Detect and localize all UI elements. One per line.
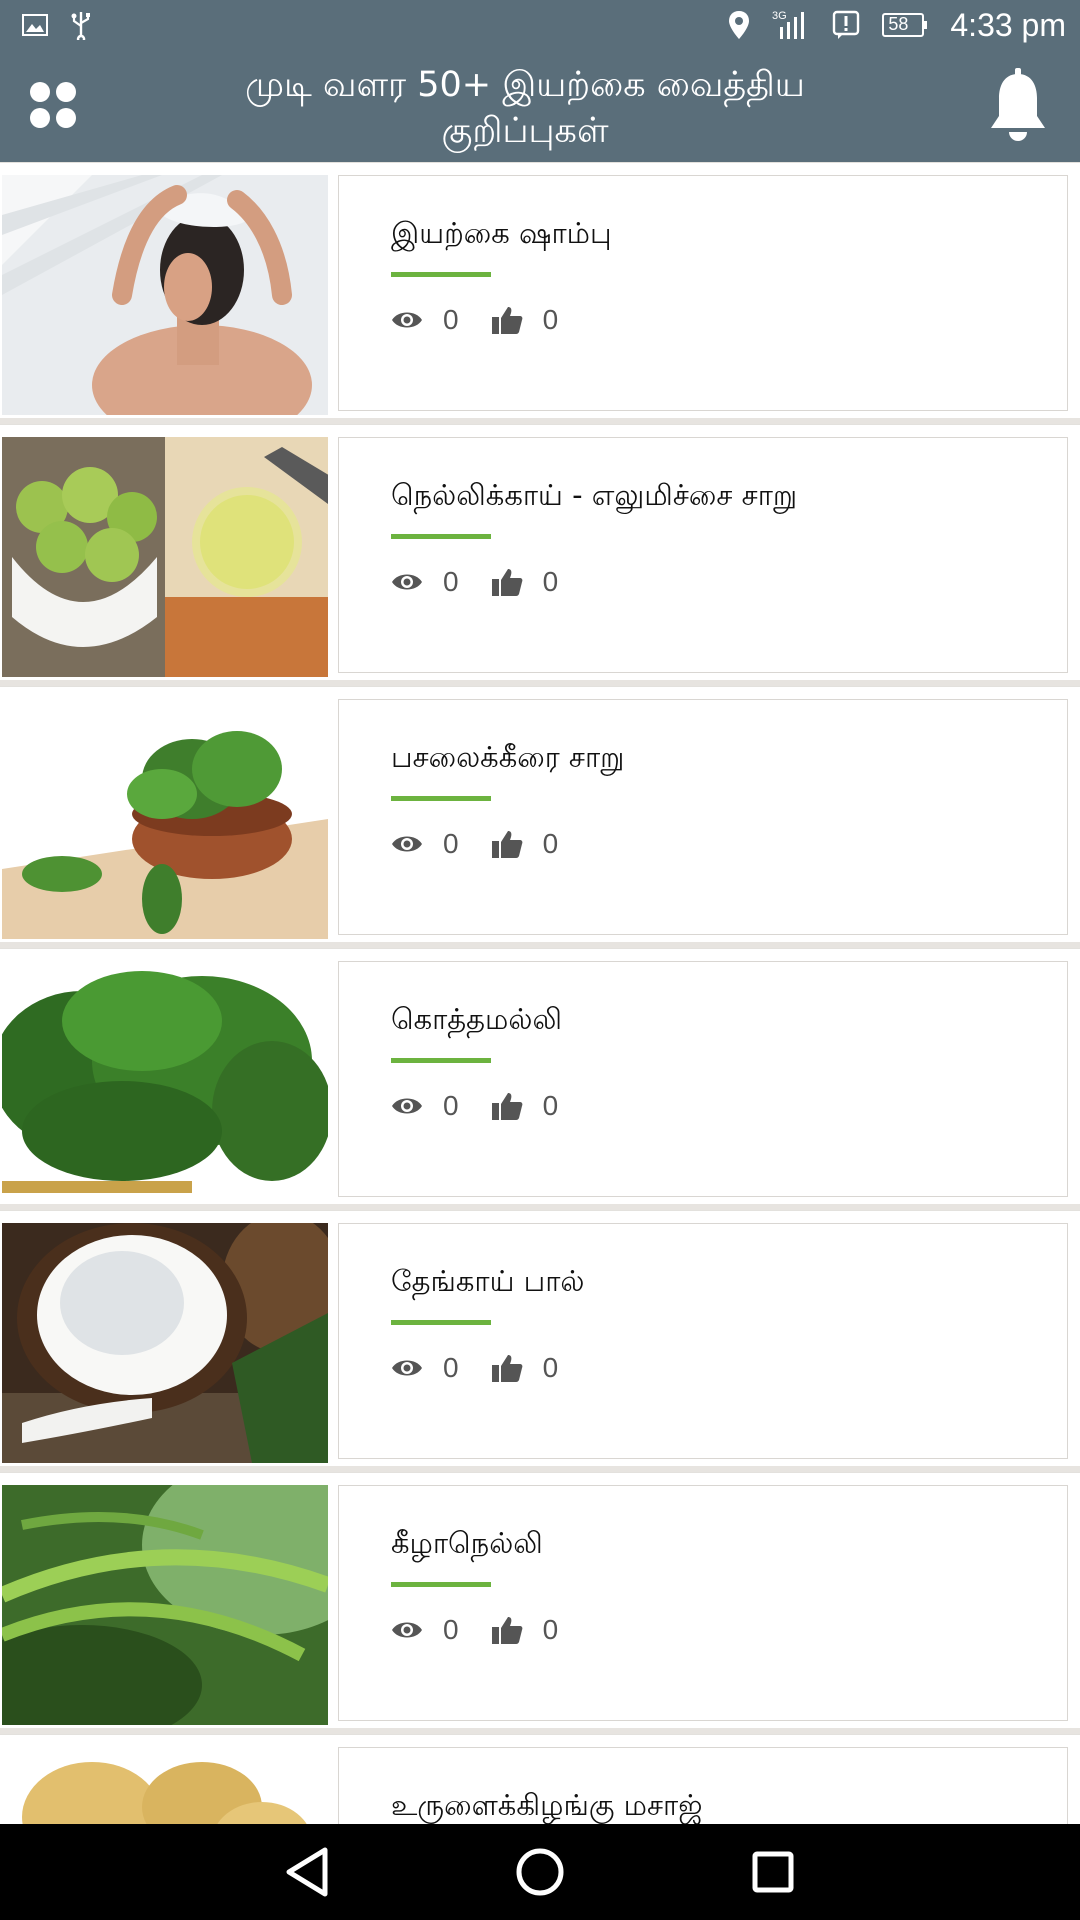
item-title: நெல்லிக்காய் - எலுமிச்சை சாறு: [391, 478, 798, 512]
views-stat: 0: [391, 1090, 459, 1122]
title-underline: [391, 1058, 491, 1063]
back-icon[interactable]: [275, 1840, 339, 1904]
likes-count: 0: [542, 1614, 559, 1645]
eye-icon: [392, 836, 422, 852]
item-panel: தேங்காய் பால் 0 0: [338, 1223, 1068, 1459]
title-underline: [391, 1320, 491, 1325]
usb-icon: [70, 10, 92, 40]
item-panel: பசலைக்கீரை சாறு 0 0: [338, 699, 1068, 935]
alert-icon: [832, 10, 860, 40]
item-panel: நெல்லிக்காய் - எலுமிச்சை சாறு 0 0: [338, 437, 1068, 673]
thumbs-up-icon: [491, 1617, 522, 1644]
likes-count: 0: [542, 304, 559, 335]
remedy-list: இயற்கை ஷாம்பு 0 0 நெல்லிக்காய் - எலுமிச்…: [0, 162, 1080, 1824]
item-panel: உருளைக்கிழங்கு மசாஜ்: [338, 1747, 1068, 1824]
title-line-1: முடி வளர 50+ இயற்கை வைத்திய: [245, 65, 805, 105]
status-bar: 3G 58 4:33 pm: [0, 0, 1080, 50]
item-panel: இயற்கை ஷாம்பு 0 0: [338, 175, 1068, 411]
thumbnail-phyllanthus-leaves: [2, 1485, 328, 1725]
thumbnail-potatoes: [2, 1747, 328, 1824]
title-underline: [391, 796, 491, 801]
title-line-2: குறிப்புகள்: [441, 111, 609, 151]
likes-stat[interactable]: 0: [491, 566, 559, 598]
list-item[interactable]: நெல்லிக்காய் - எலுமிச்சை சாறு 0 0: [0, 424, 1080, 686]
recents-icon[interactable]: [741, 1840, 805, 1904]
views-count: 0: [443, 1614, 459, 1645]
likes-stat[interactable]: 0: [491, 1090, 559, 1122]
item-stats: 0 0: [391, 300, 558, 340]
grid-dots-icon[interactable]: [28, 80, 80, 132]
eye-icon: [392, 574, 422, 590]
item-title: கீழாநெல்லி: [391, 1526, 543, 1560]
likes-stat[interactable]: 0: [491, 1614, 559, 1646]
item-stats: 0 0: [391, 1348, 558, 1388]
item-title: இயற்கை ஷாம்பு: [391, 216, 612, 250]
thumbnail-coconut-milk: [2, 1223, 328, 1463]
thumbnail-spinach-bowl: [2, 699, 328, 939]
item-stats: 0 0: [391, 562, 558, 602]
item-title: பசலைக்கீரை சாறு: [391, 740, 625, 774]
likes-count: 0: [542, 1352, 559, 1383]
views-stat: 0: [391, 1352, 459, 1384]
item-panel: கீழாநெல்லி 0 0: [338, 1485, 1068, 1721]
views-stat: 0: [391, 1614, 459, 1646]
thumbnail-coriander: [2, 961, 328, 1201]
likes-stat[interactable]: 0: [491, 828, 559, 860]
eye-icon: [392, 312, 422, 328]
views-stat: 0: [391, 304, 459, 336]
item-title: கொத்தமல்லி: [391, 1002, 562, 1036]
item-stats: 0 0: [391, 1610, 558, 1650]
home-icon[interactable]: [508, 1840, 572, 1904]
list-item[interactable]: கொத்தமல்லி 0 0: [0, 948, 1080, 1210]
battery-icon: 58: [882, 12, 928, 38]
navigation-bar: [0, 1824, 1080, 1920]
item-title: உருளைக்கிழங்கு மசாஜ்: [391, 1788, 703, 1822]
clock: 4:33 pm: [950, 6, 1066, 43]
item-title: தேங்காய் பால்: [391, 1264, 585, 1298]
views-count: 0: [443, 304, 459, 335]
svg-text:3G: 3G: [772, 10, 787, 22]
eye-icon: [392, 1360, 422, 1376]
list-item[interactable]: உருளைக்கிழங்கு மசாஜ்: [0, 1734, 1080, 1824]
eye-icon: [392, 1622, 422, 1638]
battery-level: 58: [888, 14, 909, 34]
views-stat: 0: [391, 566, 459, 598]
image-icon: [22, 14, 48, 36]
item-stats: 0 0: [391, 1086, 558, 1126]
thumbs-up-icon: [491, 1093, 522, 1120]
likes-count: 0: [542, 566, 559, 597]
list-item[interactable]: தேங்காய் பால் 0 0: [0, 1210, 1080, 1472]
views-count: 0: [443, 828, 459, 859]
views-count: 0: [443, 1352, 459, 1383]
thumbs-up-icon: [491, 307, 522, 334]
signal-icon: 3G: [772, 9, 810, 41]
thumbnail-gooseberry-lemon: [2, 437, 328, 677]
title-underline: [391, 1582, 491, 1587]
eye-icon: [392, 1098, 422, 1114]
views-stat: 0: [391, 828, 459, 860]
thumbs-up-icon: [491, 831, 522, 858]
thumbs-up-icon: [491, 569, 522, 596]
views-count: 0: [443, 1090, 459, 1121]
bell-icon[interactable]: [988, 68, 1048, 142]
views-count: 0: [443, 566, 459, 597]
item-panel: கொத்தமல்லி 0 0: [338, 961, 1068, 1197]
list-item[interactable]: இயற்கை ஷாம்பு 0 0: [0, 162, 1080, 424]
list-item[interactable]: பசலைக்கீரை சாறு 0 0: [0, 686, 1080, 948]
title-underline: [391, 534, 491, 539]
page-title: முடி வளர 50+ இயற்கை வைத்திய குறிப்புகள்: [170, 62, 880, 154]
likes-stat[interactable]: 0: [491, 304, 559, 336]
item-stats: 0 0: [391, 824, 558, 864]
location-icon: [728, 10, 750, 40]
app-bar: முடி வளர 50+ இயற்கை வைத்திய குறிப்புகள்: [0, 50, 1080, 162]
likes-count: 0: [542, 1090, 559, 1121]
likes-count: 0: [542, 828, 559, 859]
thumbnail-woman-shampoo: [2, 175, 328, 415]
list-item[interactable]: கீழாநெல்லி 0 0: [0, 1472, 1080, 1734]
title-underline: [391, 272, 491, 277]
likes-stat[interactable]: 0: [491, 1352, 559, 1384]
thumbs-up-icon: [491, 1355, 522, 1382]
